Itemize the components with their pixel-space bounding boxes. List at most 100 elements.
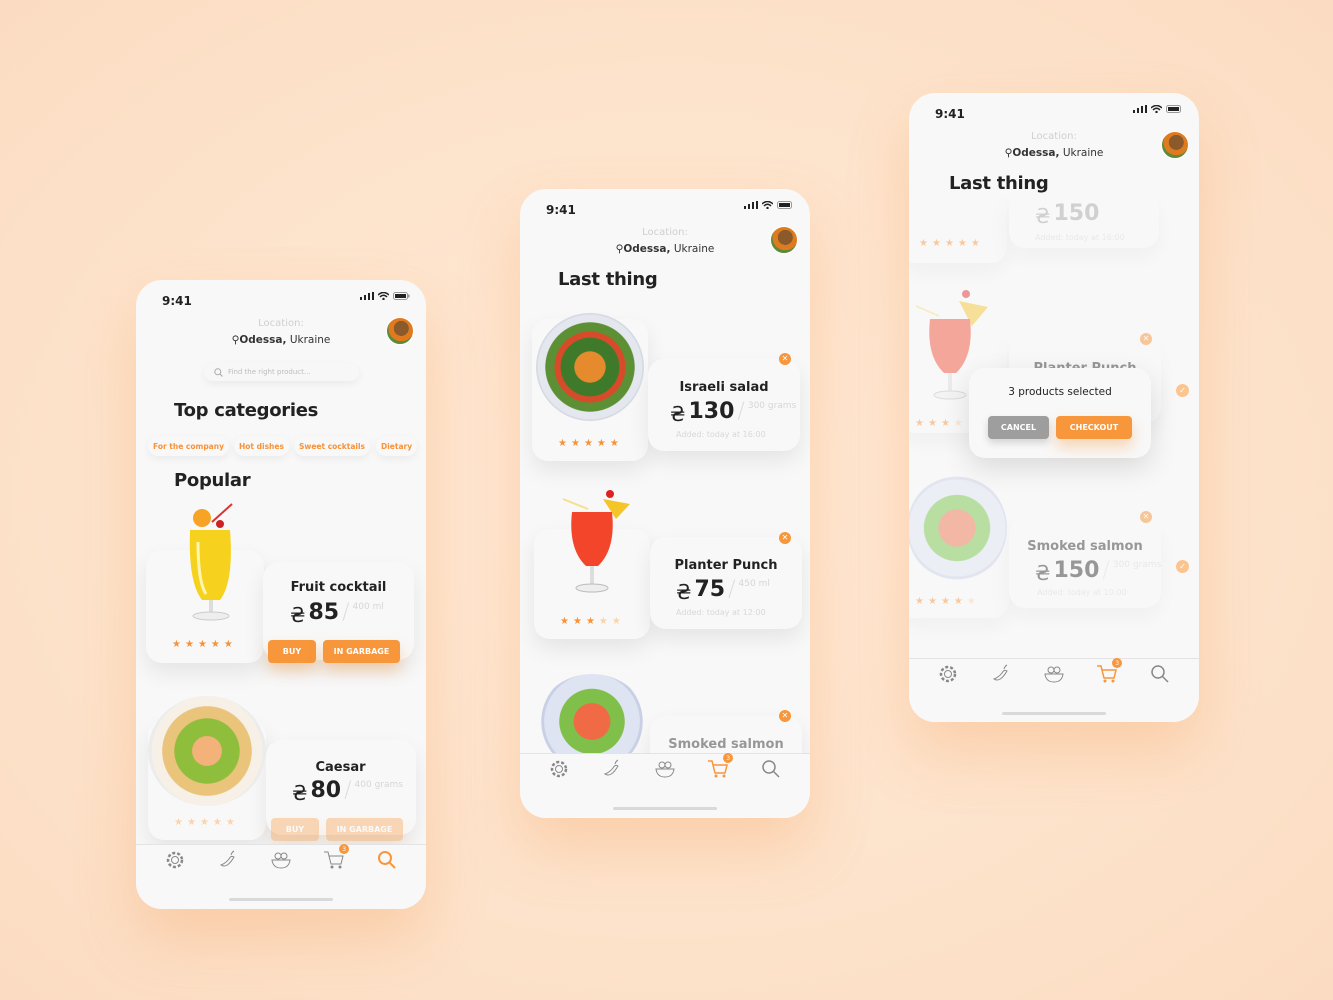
location-city: Odessa, bbox=[623, 243, 671, 255]
in-garbage-button[interactable]: IN GARBAGE bbox=[326, 818, 403, 841]
item-price: ₴ 150/300 grams bbox=[1035, 558, 1162, 585]
item-added-time: Added: today at 16:00 bbox=[1035, 233, 1125, 242]
location-city: Odessa, bbox=[1012, 147, 1060, 159]
remove-item-button[interactable]: ✕ bbox=[1140, 333, 1152, 345]
home-indicator bbox=[613, 807, 717, 810]
item-image-card[interactable] bbox=[909, 193, 1007, 263]
signal-icon bbox=[744, 201, 758, 209]
salad-bowl-icon bbox=[271, 852, 291, 869]
home-indicator bbox=[1002, 712, 1106, 715]
nav-salads[interactable] bbox=[654, 758, 676, 780]
smoked-salmon-image bbox=[909, 475, 1007, 581]
category-chip[interactable]: Sweet cocktails bbox=[294, 436, 370, 456]
selected-check-icon[interactable]: ✓ bbox=[1176, 560, 1189, 573]
item-unit: 450 ml bbox=[738, 579, 770, 589]
remove-item-button[interactable]: ✕ bbox=[779, 532, 791, 544]
nav-salads[interactable] bbox=[270, 849, 292, 871]
caesar-salad-image bbox=[148, 696, 266, 806]
status-time: 9:41 bbox=[935, 107, 965, 121]
rating-stars: ★ ★ ★ ★ ★ bbox=[915, 596, 976, 607]
nav-hot-dishes[interactable] bbox=[990, 663, 1012, 685]
buy-button[interactable]: BUY bbox=[268, 640, 316, 663]
nav-cart[interactable]: 3 bbox=[323, 844, 350, 871]
currency: ₴ bbox=[292, 781, 308, 805]
price-amount: 150 bbox=[1053, 201, 1100, 226]
product-unit: 400 grams bbox=[354, 780, 403, 790]
signal-icon bbox=[1133, 105, 1147, 113]
phone-checkout-dialog-screen: 9:41 Location: ⚲Odessa, Ukraine Last thi… bbox=[909, 93, 1199, 722]
nav-cart[interactable]: 3 bbox=[707, 753, 734, 780]
currency: ₴ bbox=[1035, 561, 1051, 585]
status-icons bbox=[1133, 105, 1183, 113]
nav-settings[interactable] bbox=[937, 663, 959, 685]
remove-item-button[interactable]: ✕ bbox=[779, 710, 791, 722]
rating-stars: ★ ★ ★ ★ ★ bbox=[172, 639, 233, 650]
page-title: Last thing bbox=[558, 269, 658, 290]
avatar[interactable] bbox=[770, 226, 798, 254]
item-unit: 300 grams bbox=[1112, 560, 1162, 570]
avatar[interactable] bbox=[1161, 131, 1189, 159]
price-amount: 150 bbox=[1053, 558, 1100, 583]
nav-settings[interactable] bbox=[548, 758, 570, 780]
checkout-dialog: 3 products selected CANCEL CHECKOUT bbox=[969, 368, 1151, 458]
item-added-time: Added: today at 16:00 bbox=[676, 430, 766, 439]
category-chip[interactable]: Hot dishes bbox=[234, 436, 289, 456]
rating-stars: ★ ★ ★ ★ ★ bbox=[919, 238, 980, 249]
location-country: Ukraine bbox=[673, 243, 715, 255]
phone-home-screen: 9:41 Location: ⚲Odessa, Ukraine Find the… bbox=[136, 280, 426, 909]
nav-search[interactable] bbox=[376, 849, 398, 871]
phone-cart-screen: 9:41 Location: ⚲Odessa, Ukraine Last thi… bbox=[520, 189, 810, 818]
item-added-time: Added: today at 12:00 bbox=[676, 608, 766, 617]
battery-icon bbox=[1166, 105, 1181, 113]
in-garbage-button[interactable]: IN GARBAGE bbox=[323, 640, 400, 663]
page-title: Last thing bbox=[949, 173, 1049, 194]
category-chip[interactable]: For the company bbox=[148, 436, 229, 456]
buy-button[interactable]: BUY bbox=[271, 818, 319, 841]
nav-hot-dishes[interactable] bbox=[601, 758, 623, 780]
nav-search[interactable] bbox=[760, 758, 782, 780]
item-added-time: Added: today at 10:00 bbox=[1037, 588, 1127, 597]
checkout-button[interactable]: CHECKOUT bbox=[1056, 416, 1132, 439]
product-name: Caesar bbox=[315, 760, 366, 775]
selected-check-icon[interactable]: ✓ bbox=[1176, 384, 1189, 397]
nav-settings[interactable] bbox=[164, 849, 186, 871]
nav-hot-dishes[interactable] bbox=[217, 849, 239, 871]
chili-icon bbox=[219, 850, 235, 867]
rating-stars: ★ ★ ★ ★ bbox=[915, 418, 963, 429]
nav-cart[interactable]: 3 bbox=[1096, 658, 1123, 685]
product-unit: 400 ml bbox=[352, 602, 384, 612]
nav-search[interactable] bbox=[1149, 663, 1171, 685]
search-icon bbox=[1151, 665, 1169, 683]
nav-salads[interactable] bbox=[1043, 663, 1065, 685]
location-city: Odessa, bbox=[239, 334, 287, 346]
wifi-icon bbox=[762, 201, 773, 209]
cancel-button[interactable]: CANCEL bbox=[988, 416, 1049, 439]
category-chip[interactable]: Dietary bbox=[376, 436, 418, 456]
product-name: Fruit cocktail bbox=[290, 580, 387, 595]
avatar[interactable] bbox=[386, 317, 414, 345]
search-icon bbox=[378, 851, 397, 869]
cart-badge: 3 bbox=[723, 753, 734, 763]
battery-icon bbox=[393, 292, 410, 300]
bottom-nav: 3 bbox=[909, 658, 1199, 685]
wifi-icon bbox=[378, 292, 389, 300]
salad-bowl-icon bbox=[655, 761, 675, 778]
chili-icon bbox=[992, 664, 1008, 681]
nav-divider bbox=[520, 753, 810, 754]
item-price: ₴ 150 bbox=[1035, 201, 1099, 228]
dialog-message: 3 products selected bbox=[1008, 386, 1112, 398]
gear-icon bbox=[939, 665, 956, 683]
search-input[interactable]: Find the right product... bbox=[204, 363, 359, 381]
remove-item-button[interactable]: ✕ bbox=[779, 353, 791, 365]
israeli-salad-image bbox=[536, 313, 644, 421]
location-value[interactable]: ⚲Odessa, Ukraine bbox=[520, 243, 810, 255]
search-icon bbox=[762, 760, 780, 778]
salad-bowl-icon bbox=[1044, 666, 1064, 683]
status-icons bbox=[744, 201, 794, 209]
location-value[interactable]: ⚲Odessa, Ukraine bbox=[909, 147, 1199, 159]
bottom-nav: 3 bbox=[520, 753, 810, 780]
remove-item-button[interactable]: ✕ bbox=[1140, 511, 1152, 523]
search-placeholder: Find the right product... bbox=[228, 368, 311, 376]
location-value[interactable]: ⚲Odessa, Ukraine bbox=[136, 334, 426, 346]
item-unit: 300 grams bbox=[747, 401, 797, 411]
